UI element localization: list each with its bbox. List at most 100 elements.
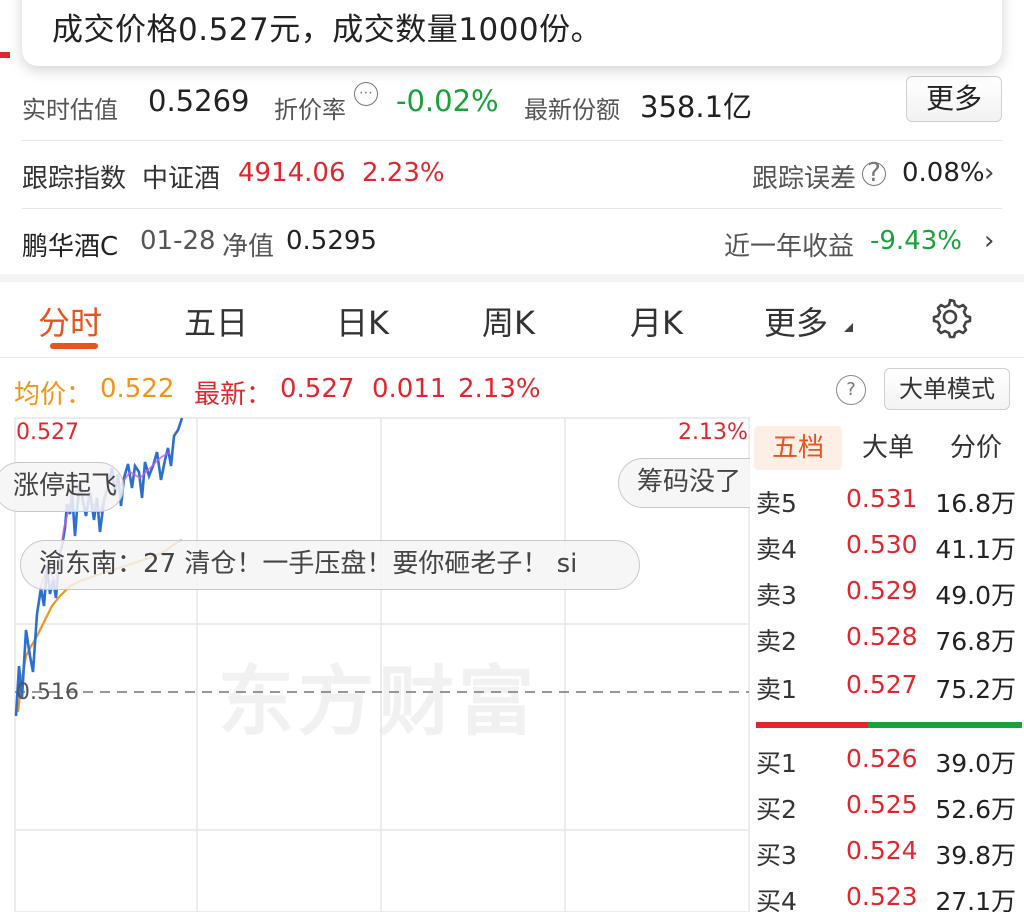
bid-ratio-segment <box>868 722 1022 728</box>
bid-name: 买3 <box>756 841 797 870</box>
active-tab-indicator <box>50 343 98 349</box>
ask-row: 卖4 0.530 41.1万 <box>750 524 1024 570</box>
bid-row: 买3 0.524 39.8万 <box>750 830 1024 876</box>
dropdown-triangle-icon <box>844 323 853 332</box>
red-marker <box>0 52 10 58</box>
index-change: 2.23% <box>362 158 445 188</box>
top-price-label: 0.527 <box>16 420 79 445</box>
shares-label: 最新份额 <box>524 96 620 124</box>
ask-volume: 16.8万 <box>935 489 1016 518</box>
tracking-row[interactable]: 跟踪指数 中证酒 4914.06 2.23% 跟踪误差 ? 0.08% › <box>0 142 1024 208</box>
more-button[interactable]: 更多 <box>906 76 1002 122</box>
ask-name: 卖4 <box>756 535 797 564</box>
estimate-row: 实时估值 0.5269 折价率 ⋯ -0.02% 最新份额 358.1亿 更多 <box>0 74 1024 140</box>
estimate-value: 0.5269 <box>148 84 250 118</box>
tab-five-levels[interactable]: 五档 <box>754 426 842 470</box>
tab-more[interactable]: 更多 <box>764 298 828 344</box>
bid-price: 0.525 <box>846 790 918 819</box>
ask-row: 卖2 0.528 76.8万 <box>750 616 1024 662</box>
premium-info-icon[interactable]: ⋯ <box>354 82 378 106</box>
ask-price: 0.530 <box>846 530 918 559</box>
premium-value: -0.02% <box>396 84 499 118</box>
bid-row: 买4 0.523 27.1万 <box>750 876 1024 912</box>
avg-label: 均价： <box>14 380 93 410</box>
ask-name: 卖5 <box>756 489 797 518</box>
related-fund-row[interactable]: 鹏华酒C 01-28 净值 0.5295 近一年收益 -9.43% › <box>0 210 1024 274</box>
tab-daily-k[interactable]: 日K <box>336 298 389 344</box>
related-fund-nav-label: 净值 <box>222 232 275 262</box>
ask-volume: 41.1万 <box>935 535 1016 564</box>
danmu-bubble[interactable]: 渝东南：27 清仓！一手压盘！要你砸老子！ si <box>20 540 640 590</box>
toast-text: 成交价格0.527元，成交数量1000份。 <box>52 12 603 48</box>
order-book-tabs: 五档 大单 分价 <box>750 416 1024 474</box>
ask-ratio-segment <box>756 722 868 728</box>
ask-row: 卖1 0.527 75.2万 <box>750 664 1024 710</box>
order-book: 五档 大单 分价 卖5 0.531 16.8万 卖4 0.530 41.1万 卖… <box>750 416 1024 912</box>
change-value: 0.011 <box>372 374 447 404</box>
bid-price: 0.523 <box>846 882 918 911</box>
latest-label: 最新： <box>194 380 273 410</box>
bid-name: 买4 <box>756 887 797 912</box>
trade-toast: 成交价格0.527元，成交数量1000份。 <box>22 0 1002 66</box>
bid-row: 买1 0.526 39.0万 <box>750 738 1024 784</box>
shares-value: 358.1亿 <box>640 90 753 124</box>
tab-monthly-k[interactable]: 月K <box>630 298 683 344</box>
danmu-bubble[interactable]: 涨停起飞 <box>0 462 124 512</box>
related-fund-name: 鹏华酒C <box>22 232 119 262</box>
bid-name: 买1 <box>756 749 797 778</box>
section-gap <box>0 274 1024 282</box>
ask-name: 卖1 <box>756 675 797 704</box>
ask-name: 卖3 <box>756 581 797 610</box>
bid-volume: 39.8万 <box>935 841 1016 870</box>
ask-volume: 75.2万 <box>935 675 1016 704</box>
bid-volume: 27.1万 <box>935 887 1016 912</box>
ask-price: 0.531 <box>846 484 918 513</box>
divider <box>22 208 1002 209</box>
tab-price-distribution[interactable]: 分价 <box>932 426 1020 470</box>
big-order-mode-button[interactable]: 大单模式 <box>884 368 1010 410</box>
bid-volume: 39.0万 <box>935 749 1016 778</box>
ask-row: 卖5 0.531 16.8万 <box>750 478 1024 524</box>
bid-price: 0.526 <box>846 744 918 773</box>
bid-ask-ratio-bar <box>756 722 1022 728</box>
chart-header: 均价： 0.522 最新： 0.527 0.011 2.13% <box>0 372 1024 412</box>
ask-price: 0.528 <box>846 622 918 651</box>
tracking-error-value: 0.08% <box>902 158 985 188</box>
divider <box>22 140 1002 141</box>
tab-big-orders[interactable]: 大单 <box>846 426 930 470</box>
tracking-label: 跟踪指数 <box>22 164 127 194</box>
ask-price: 0.527 <box>846 670 918 699</box>
ask-name: 卖2 <box>756 627 797 656</box>
ask-volume: 76.8万 <box>935 627 1016 656</box>
estimate-label: 实时估值 <box>22 96 118 124</box>
help-icon[interactable]: ? <box>836 375 866 405</box>
related-fund-nav-value: 0.5295 <box>286 226 377 256</box>
chart-tabs: 分时 五日 日K 周K 月K 更多 <box>0 282 1024 358</box>
chevron-right-icon: › <box>984 226 995 256</box>
bid-volume: 52.6万 <box>935 795 1016 824</box>
tab-five-day[interactable]: 五日 <box>184 298 248 344</box>
tab-intraday[interactable]: 分时 <box>38 298 102 344</box>
top-pct-label: 2.13% <box>678 420 748 445</box>
ask-row: 卖3 0.529 49.0万 <box>750 570 1024 616</box>
ask-price: 0.529 <box>846 576 918 605</box>
tracking-error-label: 跟踪误差 <box>752 164 857 194</box>
bid-price: 0.524 <box>846 836 918 865</box>
index-value: 4914.06 <box>238 158 346 188</box>
ask-volume: 49.0万 <box>935 581 1016 610</box>
premium-label: 折价率 <box>274 96 346 124</box>
year-return-value: -9.43% <box>870 226 962 256</box>
latest-value: 0.527 <box>280 374 355 404</box>
tab-weekly-k[interactable]: 周K <box>482 298 535 344</box>
index-name: 中证酒 <box>142 164 221 194</box>
related-fund-date: 01-28 <box>140 226 216 256</box>
chevron-right-icon: › <box>984 158 995 188</box>
base-price-label: 0.516 <box>16 680 79 705</box>
settings-gear-icon[interactable] <box>928 295 972 339</box>
tracking-error-info-icon[interactable]: ? <box>862 160 886 186</box>
bid-name: 买2 <box>756 795 797 824</box>
bid-row: 买2 0.525 52.6万 <box>750 784 1024 830</box>
change-pct: 2.13% <box>458 374 541 404</box>
avg-value: 0.522 <box>100 374 175 404</box>
year-return-label: 近一年收益 <box>724 232 855 262</box>
